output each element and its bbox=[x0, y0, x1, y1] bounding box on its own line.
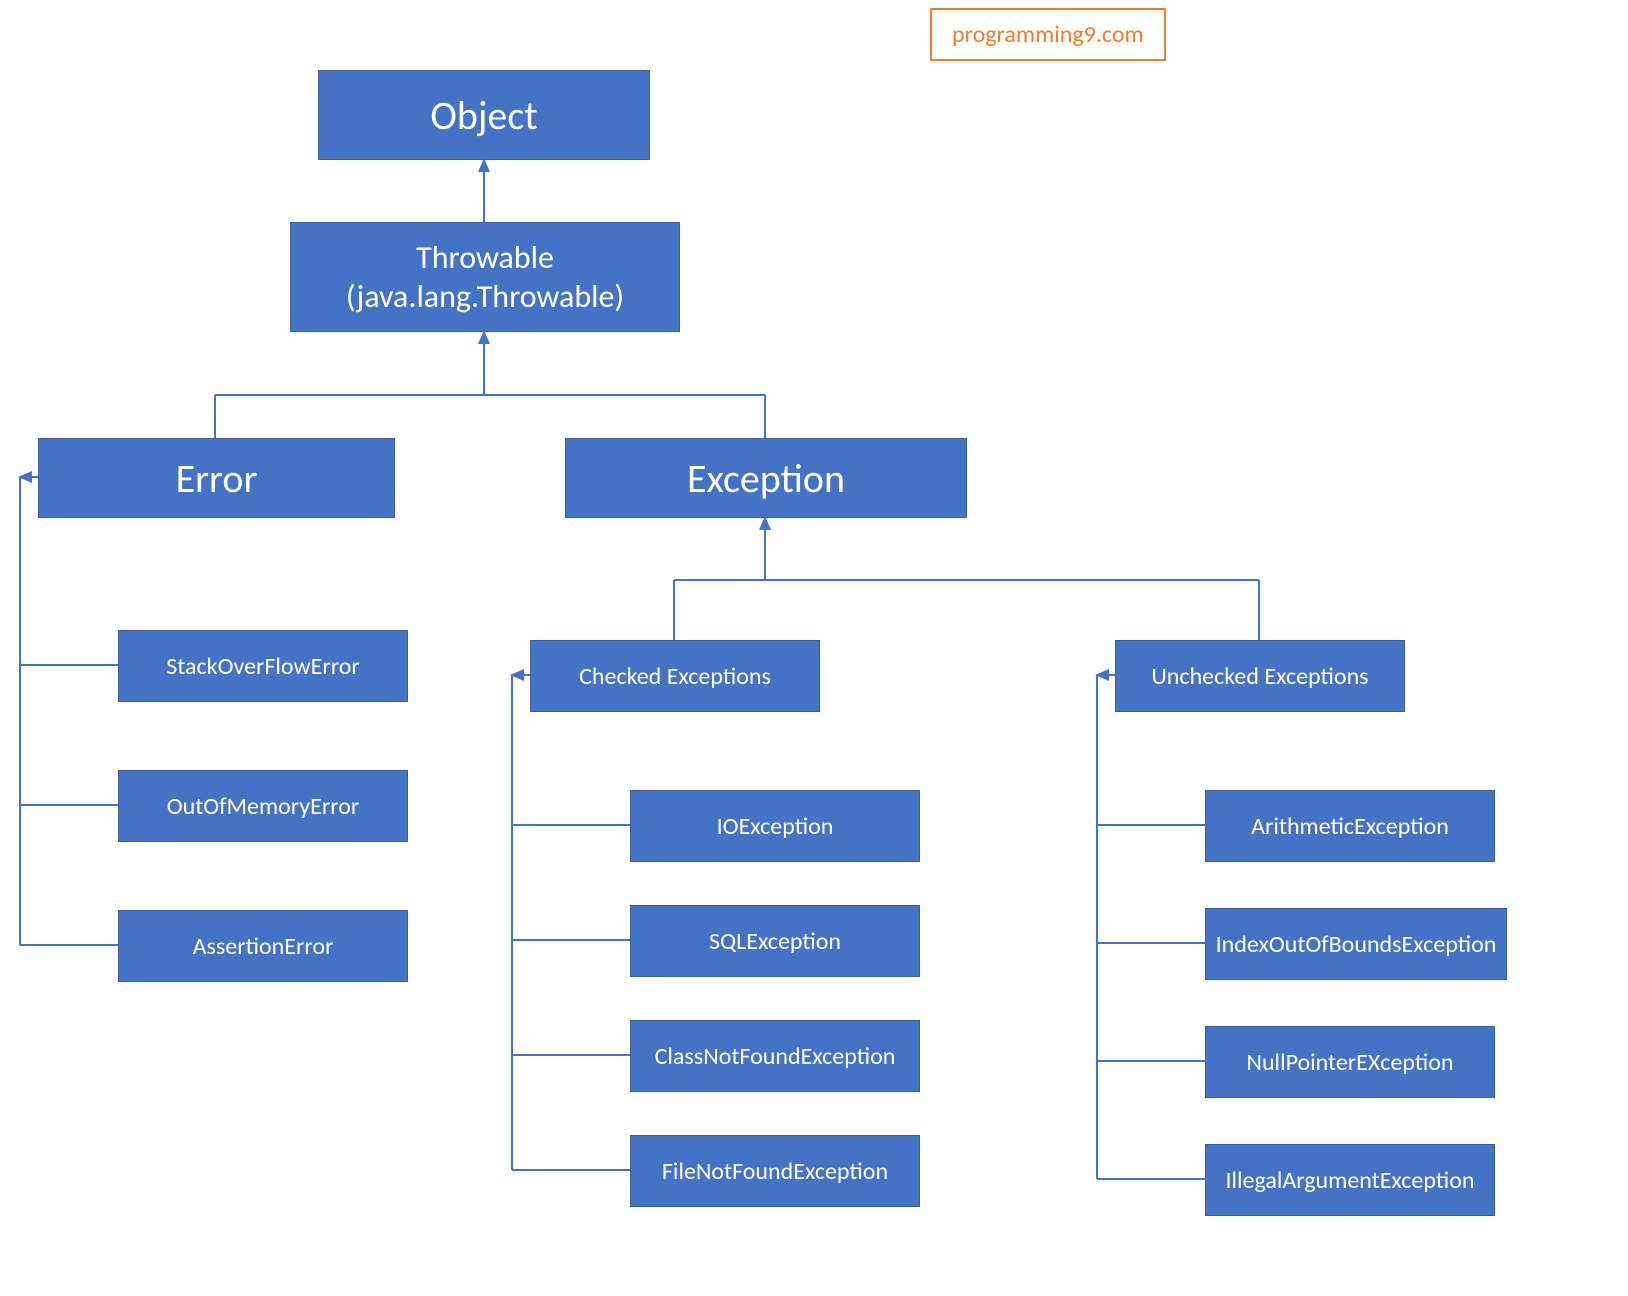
node-outofmemory: OutOfMemoryError bbox=[118, 770, 408, 842]
node-classnotfound: ClassNotFoundException bbox=[630, 1020, 920, 1092]
node-throwable: Throwable (java.lang.Throwable) bbox=[290, 222, 680, 332]
node-error: Error bbox=[38, 438, 395, 518]
node-nullpointer: NullPointerEXception bbox=[1205, 1026, 1495, 1098]
node-checked: Checked Exceptions bbox=[530, 640, 820, 712]
node-stackoverflow: StackOverFlowError bbox=[118, 630, 408, 702]
node-assertion: AssertionError bbox=[118, 910, 408, 982]
node-unchecked: Unchecked Exceptions bbox=[1115, 640, 1405, 712]
node-arithmetic: ArithmeticException bbox=[1205, 790, 1495, 862]
node-io: IOException bbox=[630, 790, 920, 862]
node-sql: SQLException bbox=[630, 905, 920, 977]
credit-box: programming9.com bbox=[930, 8, 1166, 61]
node-indexoob: IndexOutOfBoundsException bbox=[1205, 908, 1507, 980]
node-illegalarg: IllegalArgumentException bbox=[1205, 1144, 1495, 1216]
node-filenotfound: FileNotFoundException bbox=[630, 1135, 920, 1207]
node-exception: Exception bbox=[565, 438, 967, 518]
node-object: Object bbox=[318, 70, 650, 160]
